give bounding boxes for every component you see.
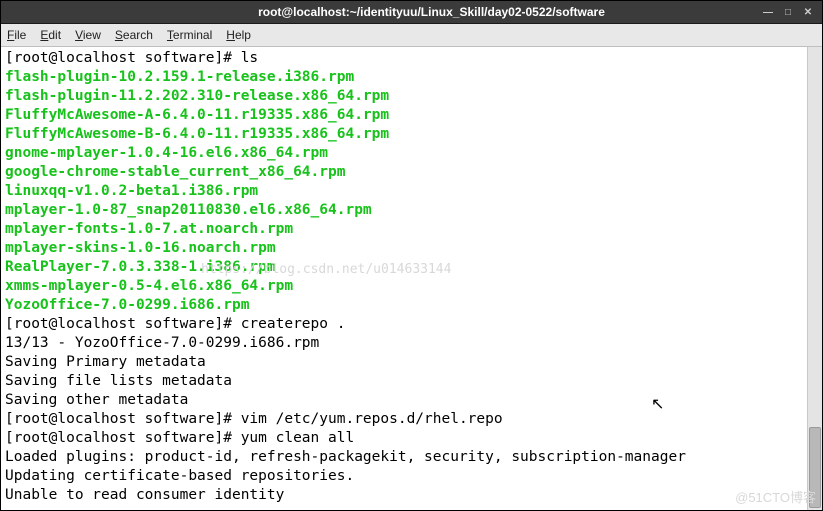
menu-terminal[interactable]: Terminal	[167, 28, 212, 42]
prompt: [root@localhost software]#	[5, 50, 241, 66]
file-item: FluffyMcAwesome-A-6.4.0-11.r19335.x86_64…	[5, 107, 389, 123]
file-item: flash-plugin-10.2.159.1-release.i386.rpm	[5, 69, 354, 85]
file-item: flash-plugin-11.2.202.310-release.x86_64…	[5, 88, 389, 104]
cmd-createrepo: createrepo .	[241, 316, 346, 332]
minimize-button[interactable]: —	[760, 4, 776, 20]
file-item: FluffyMcAwesome-B-6.4.0-11.r19335.x86_64…	[5, 126, 389, 142]
output-line: Loaded plugins: product-id, refresh-pack…	[5, 449, 686, 465]
file-item: mplayer-fonts-1.0-7.at.noarch.rpm	[5, 221, 293, 237]
menu-view[interactable]: View	[75, 28, 101, 42]
cmd-yum: yum clean all	[241, 430, 355, 446]
close-button[interactable]: ✕	[800, 4, 816, 20]
output-line: 13/13 - YozoOffice-7.0-0299.i686.rpm	[5, 335, 319, 351]
file-item: google-chrome-stable_current_x86_64.rpm	[5, 164, 345, 180]
file-item: RealPlayer-7.0.3.338-1.i386.rpm	[5, 259, 276, 275]
terminal-window: root@localhost:~/identityuu/Linux_Skill/…	[0, 0, 823, 511]
prompt: [root@localhost software]#	[5, 316, 241, 332]
prompt: [root@localhost software]#	[5, 430, 241, 446]
menu-search[interactable]: Search	[115, 28, 153, 42]
scrollbar-thumb[interactable]	[809, 427, 821, 508]
file-item: YozoOffice-7.0-0299.i686.rpm	[5, 297, 249, 313]
output-line: Saving Primary metadata	[5, 354, 206, 370]
menu-file[interactable]: File	[7, 28, 26, 42]
cmd-vim: vim /etc/yum.repos.d/rhel.repo	[241, 411, 503, 427]
output-line: Saving file lists metadata	[5, 373, 232, 389]
output-line: Saving other metadata	[5, 392, 188, 408]
prompt: [root@localhost software]#	[5, 411, 241, 427]
scrollbar[interactable]	[807, 47, 822, 510]
file-item: gnome-mplayer-1.0.4-16.el6.x86_64.rpm	[5, 145, 328, 161]
output-line: Updating certificate-based repositories.	[5, 468, 354, 484]
titlebar: root@localhost:~/identityuu/Linux_Skill/…	[1, 1, 822, 24]
output-line: Unable to read consumer identity	[5, 487, 284, 503]
file-item: mplayer-skins-1.0-16.noarch.rpm	[5, 240, 276, 256]
menu-edit[interactable]: Edit	[40, 28, 61, 42]
window-title: root@localhost:~/identityuu/Linux_Skill/…	[107, 5, 756, 19]
file-item: xmms-mplayer-0.5-4.el6.x86_64.rpm	[5, 278, 293, 294]
menu-help[interactable]: Help	[226, 28, 251, 42]
terminal-output[interactable]: [root@localhost software]# ls flash-plug…	[1, 47, 807, 510]
file-item: linuxqq-v1.0.2-beta1.i386.rpm	[5, 183, 258, 199]
cmd-ls: ls	[241, 50, 258, 66]
menubar: File Edit View Search Terminal Help	[1, 24, 822, 47]
maximize-button[interactable]: □	[780, 4, 796, 20]
file-item: mplayer-1.0-87_snap20110830.el6.x86_64.r…	[5, 202, 372, 218]
